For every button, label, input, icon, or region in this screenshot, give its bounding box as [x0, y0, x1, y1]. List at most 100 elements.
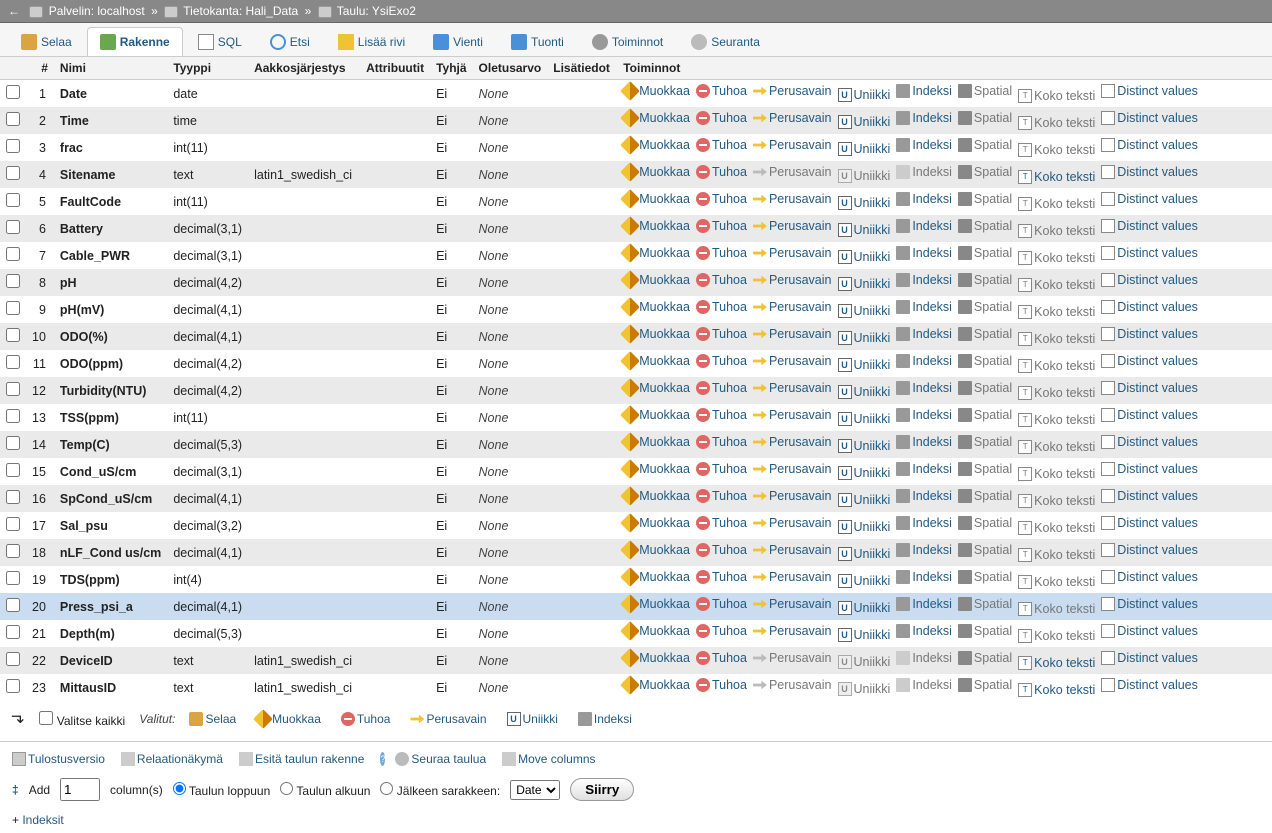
primary-link[interactable]: Perusavain [753, 624, 832, 638]
distinct-link[interactable]: Distinct values [1101, 624, 1198, 638]
drop-link[interactable]: Tuhoa [696, 138, 747, 152]
unique-link[interactable]: UUniikki [838, 628, 891, 642]
distinct-link[interactable]: Distinct values [1101, 300, 1198, 314]
opt-at-begin[interactable]: Taulun alkuun [280, 782, 370, 798]
row-checkbox[interactable] [6, 382, 20, 396]
index-link[interactable]: Indeksi [896, 543, 952, 557]
sel-browse[interactable]: Selaa [189, 712, 236, 726]
distinct-link[interactable]: Distinct values [1101, 246, 1198, 260]
edit-link[interactable]: Muokkaa [623, 435, 690, 449]
edit-link[interactable]: Muokkaa [623, 84, 690, 98]
row-checkbox[interactable] [6, 463, 20, 477]
edit-link[interactable]: Muokkaa [623, 489, 690, 503]
row-checkbox[interactable] [6, 679, 20, 693]
primary-link[interactable]: Perusavain [753, 462, 832, 476]
tab-search[interactable]: Etsi [257, 27, 323, 56]
drop-link[interactable]: Tuhoa [696, 192, 747, 206]
row-checkbox[interactable] [6, 85, 20, 99]
row-checkbox[interactable] [6, 112, 20, 126]
edit-link[interactable]: Muokkaa [623, 354, 690, 368]
index-link[interactable]: Indeksi [896, 273, 952, 287]
row-checkbox[interactable] [6, 139, 20, 153]
distinct-link[interactable]: Distinct values [1101, 354, 1198, 368]
propose-structure-link[interactable]: Esitä taulun rakenne [239, 752, 364, 766]
row-checkbox[interactable] [6, 193, 20, 207]
primary-link[interactable]: Perusavain [753, 570, 832, 584]
primary-link[interactable]: Perusavain [753, 246, 832, 260]
edit-link[interactable]: Muokkaa [623, 516, 690, 530]
primary-link[interactable]: Perusavain [753, 273, 832, 287]
opt-at-end[interactable]: Taulun loppuun [173, 782, 271, 798]
print-view-link[interactable]: Tulostusversio [12, 752, 105, 766]
drop-link[interactable]: Tuhoa [696, 516, 747, 530]
edit-link[interactable]: Muokkaa [623, 651, 690, 665]
drop-link[interactable]: Tuhoa [696, 381, 747, 395]
index-link[interactable]: Indeksi [896, 381, 952, 395]
unique-link[interactable]: UUniikki [838, 520, 891, 534]
row-checkbox[interactable] [6, 544, 20, 558]
distinct-link[interactable]: Distinct values [1101, 84, 1198, 98]
unique-link[interactable]: UUniikki [838, 439, 891, 453]
edit-link[interactable]: Muokkaa [623, 462, 690, 476]
drop-link[interactable]: Tuhoa [696, 84, 747, 98]
index-link[interactable]: Indeksi [896, 246, 952, 260]
sel-index[interactable]: Indeksi [578, 712, 632, 726]
primary-link[interactable]: Perusavain [753, 219, 832, 233]
distinct-link[interactable]: Distinct values [1101, 651, 1198, 665]
unique-link[interactable]: UUniikki [838, 385, 891, 399]
tab-structure[interactable]: Rakenne [87, 27, 183, 56]
unique-link[interactable]: UUniikki [838, 88, 891, 102]
drop-link[interactable]: Tuhoa [696, 219, 747, 233]
edit-link[interactable]: Muokkaa [623, 219, 690, 233]
drop-link[interactable]: Tuhoa [696, 597, 747, 611]
edit-link[interactable]: Muokkaa [623, 192, 690, 206]
index-link[interactable]: Indeksi [896, 597, 952, 611]
relation-view-link[interactable]: Relaationäkymä [121, 752, 223, 766]
edit-link[interactable]: Muokkaa [623, 165, 690, 179]
row-checkbox[interactable] [6, 328, 20, 342]
index-link[interactable]: Indeksi [896, 192, 952, 206]
breadcrumb-db[interactable]: Hali_Data [246, 4, 299, 18]
index-link[interactable]: Indeksi [896, 489, 952, 503]
primary-link[interactable]: Perusavain [753, 543, 832, 557]
unique-link[interactable]: UUniikki [838, 142, 891, 156]
add-count-input[interactable] [60, 778, 100, 801]
track-table-link[interactable]: Seuraa taulua [395, 752, 486, 766]
primary-link[interactable]: Perusavain [753, 381, 832, 395]
drop-link[interactable]: Tuhoa [696, 408, 747, 422]
row-checkbox[interactable] [6, 274, 20, 288]
distinct-link[interactable]: Distinct values [1101, 543, 1198, 557]
row-checkbox[interactable] [6, 409, 20, 423]
distinct-link[interactable]: Distinct values [1101, 678, 1198, 692]
primary-link[interactable]: Perusavain [753, 435, 832, 449]
tab-insert[interactable]: Lisää rivi [325, 27, 418, 56]
row-checkbox[interactable] [6, 625, 20, 639]
index-link[interactable]: Indeksi [896, 570, 952, 584]
breadcrumb-server[interactable]: localhost [97, 4, 144, 18]
edit-link[interactable]: Muokkaa [623, 678, 690, 692]
tab-import[interactable]: Tuonti [498, 27, 577, 56]
primary-link[interactable]: Perusavain [753, 408, 832, 422]
primary-link[interactable]: Perusavain [753, 111, 832, 125]
index-link[interactable]: Indeksi [896, 219, 952, 233]
edit-link[interactable]: Muokkaa [623, 597, 690, 611]
unique-link[interactable]: UUniikki [838, 358, 891, 372]
unique-link[interactable]: UUniikki [838, 412, 891, 426]
distinct-link[interactable]: Distinct values [1101, 111, 1198, 125]
breadcrumb-table[interactable]: YsiExo2 [372, 4, 416, 18]
drop-link[interactable]: Tuhoa [696, 273, 747, 287]
tab-operations[interactable]: Toiminnot [579, 27, 676, 56]
unique-link[interactable]: UUniikki [838, 601, 891, 615]
index-link[interactable]: Indeksi [896, 138, 952, 152]
indexes-toggle[interactable]: + Indeksit [0, 807, 1272, 833]
tab-sql[interactable]: SQL [185, 27, 255, 56]
drop-link[interactable]: Tuhoa [696, 300, 747, 314]
unique-link[interactable]: UUniikki [838, 331, 891, 345]
drop-link[interactable]: Tuhoa [696, 435, 747, 449]
index-link[interactable]: Indeksi [896, 408, 952, 422]
go-button[interactable]: Siirry [570, 778, 634, 801]
back-arrow-icon[interactable]: ← [8, 4, 20, 18]
primary-link[interactable]: Perusavain [753, 597, 832, 611]
unique-link[interactable]: UUniikki [838, 574, 891, 588]
help-icon[interactable]: ? [380, 752, 385, 766]
